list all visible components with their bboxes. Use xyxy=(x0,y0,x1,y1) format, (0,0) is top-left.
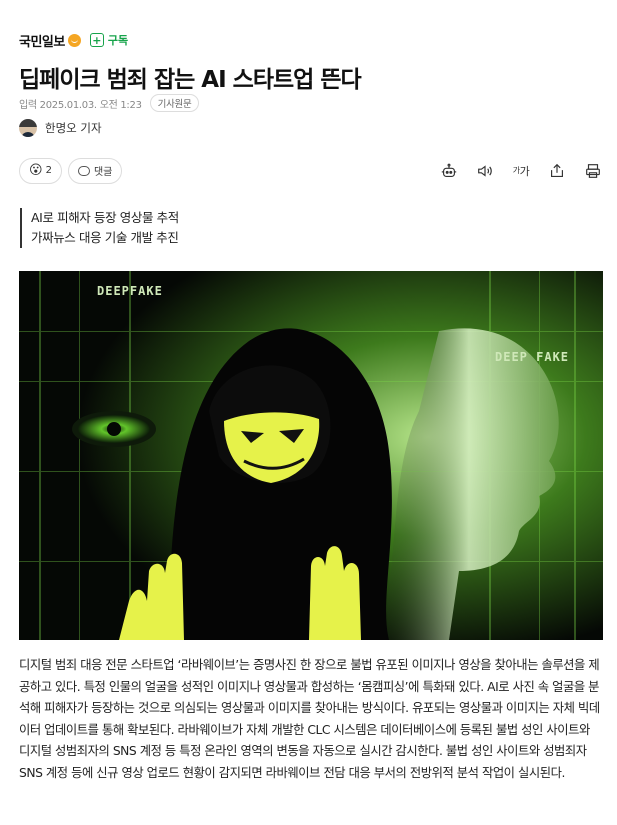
image-watermark-2: DEEP FAKE xyxy=(495,350,570,364)
original-article-link[interactable]: 기사원문 xyxy=(149,94,200,112)
subscribe-button[interactable]: + 구독 xyxy=(89,32,129,48)
author-name: 한명오 기자 xyxy=(45,121,102,135)
speaker-icon[interactable] xyxy=(475,161,495,181)
dateline: 입력 2025.01.03. 오전 1:23 기사원문 xyxy=(19,94,200,112)
brand-badge-icon xyxy=(67,33,81,47)
font-size-icon[interactable]: 가가 xyxy=(511,161,531,181)
font-size-small-glyph: 가 xyxy=(512,166,520,175)
article-action-bar: 😮 2 댓글 가가 xyxy=(19,157,603,184)
summary-line-2: 가짜뉴스 대응 기술 개발 추진 xyxy=(31,230,179,245)
reaction-button[interactable]: 😮 2 xyxy=(19,157,62,184)
publish-date: 입력 2025.01.03. 오전 1:23 xyxy=(19,99,142,111)
brand-logo[interactable]: 국민일보 xyxy=(19,31,65,50)
font-size-large-glyph: 가 xyxy=(519,164,530,178)
robot-icon[interactable] xyxy=(439,161,459,181)
image-watermark-1: DEEPFAKE xyxy=(97,284,163,298)
comment-label: 댓글 xyxy=(93,167,113,178)
article-headline: 딥페이크 범죄 잡는 AI 스타트업 뜬다 xyxy=(19,67,362,93)
author-avatar xyxy=(19,119,37,137)
plus-icon: + xyxy=(89,33,104,47)
print-icon[interactable] xyxy=(583,161,603,181)
reaction-count: 2 xyxy=(45,165,52,176)
subscribe-label: 구독 xyxy=(107,34,129,47)
summary-line-1: AI로 피해자 등장 영상물 추적 xyxy=(31,210,179,225)
article-tools: 가가 xyxy=(439,161,603,181)
share-icon[interactable] xyxy=(547,161,567,181)
masthead: 국민일보 + 구독 xyxy=(19,30,128,50)
hero-illustration xyxy=(19,271,603,640)
reaction-emoji-icon: 😮 xyxy=(29,163,43,178)
article-hero-image[interactable]: DEEPFAKE DEEP FAKE xyxy=(19,271,603,640)
byline[interactable]: 한명오 기자 xyxy=(19,119,102,137)
article-summary: AI로 피해자 등장 영상물 추적 가짜뉴스 대응 기술 개발 추진 xyxy=(20,208,179,248)
article-body: 디지털 범죄 대응 전문 스타트업 ‘라바웨이브’는 증명사진 한 장으로 불법… xyxy=(19,658,600,780)
comment-button[interactable]: 댓글 xyxy=(67,157,123,184)
comment-bubble-icon xyxy=(77,165,90,176)
